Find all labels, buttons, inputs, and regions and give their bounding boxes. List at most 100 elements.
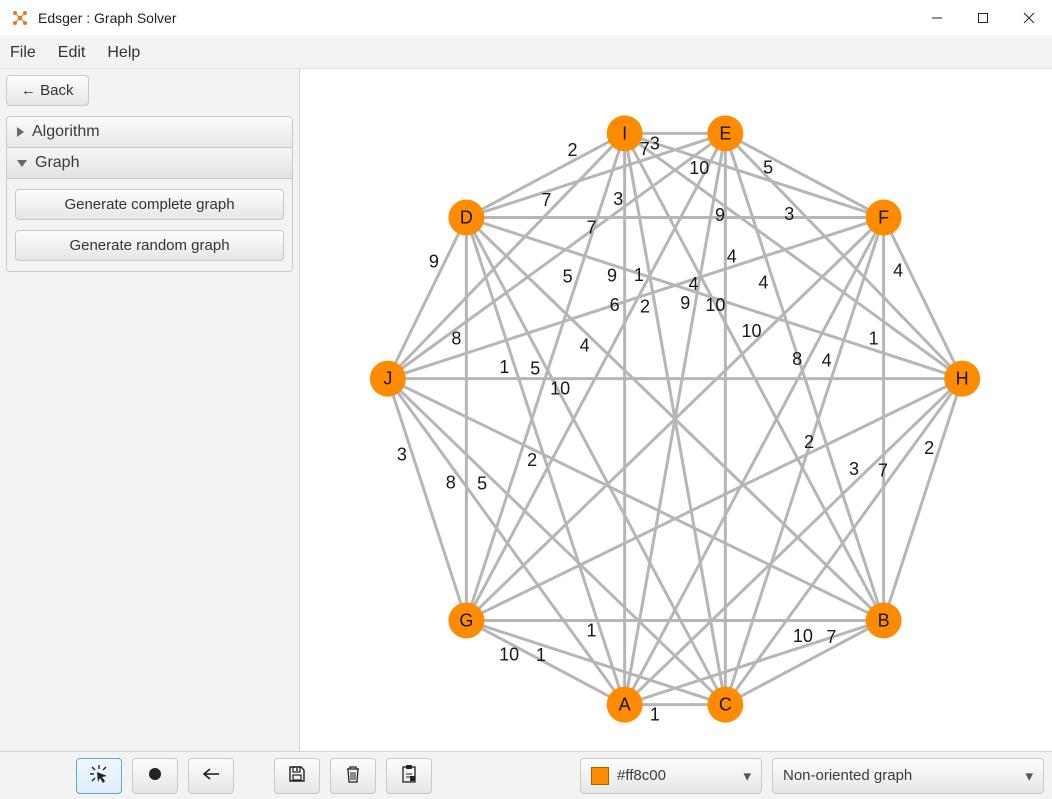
edge-weight: 10: [550, 379, 570, 399]
graph-edge[interactable]: [884, 218, 963, 379]
graph-type-combo[interactable]: Non-oriented graph ▾: [772, 758, 1044, 794]
edge-weight: 6: [610, 295, 620, 315]
edge-weight: 4: [758, 273, 768, 293]
graph-node-label: A: [619, 695, 631, 715]
graph-node-label: D: [460, 208, 473, 228]
color-picker-combo[interactable]: #ff8c00 ▾: [580, 758, 762, 794]
chevron-right-icon: [17, 127, 24, 137]
chevron-down-icon: ▾: [1025, 767, 1033, 785]
graph-node-label: I: [622, 123, 627, 143]
graph-node-label: G: [459, 610, 473, 630]
edge-weight: 9: [715, 205, 725, 225]
edge-weight: 8: [451, 328, 461, 348]
edge-weight: 4: [688, 274, 698, 294]
edge-weight: 1: [499, 357, 509, 377]
edge-weight: 2: [804, 432, 814, 452]
edge-weight: 4: [893, 260, 903, 280]
edge-weight: 5: [763, 157, 773, 177]
window-maximize-button[interactable]: [960, 2, 1006, 34]
save-button[interactable]: [274, 758, 320, 794]
window-minimize-button[interactable]: [914, 2, 960, 34]
trash-icon: [344, 764, 362, 787]
edge-weight: 7: [541, 190, 551, 210]
edge-weight: 7: [587, 218, 597, 238]
tool-add-node-button[interactable]: [132, 758, 178, 794]
edge-weight: 10: [741, 321, 761, 341]
edge-weight: 7: [878, 461, 888, 481]
color-picker-label: #ff8c00: [617, 767, 666, 784]
edge-weight: 3: [849, 459, 859, 479]
app-logo-icon: [10, 8, 30, 28]
graph-node-label: C: [719, 695, 732, 715]
edge-weight: 7: [826, 627, 836, 647]
paste-button[interactable]: [386, 758, 432, 794]
edge-weight: 5: [563, 266, 573, 286]
menu-edit[interactable]: Edit: [58, 44, 86, 62]
edge-weight: 9: [680, 293, 690, 313]
accordion-head-algorithm[interactable]: Algorithm: [7, 117, 292, 148]
generate-random-button[interactable]: Generate random graph: [15, 230, 284, 261]
save-icon: [288, 765, 306, 786]
edge-weight: 2: [640, 296, 650, 316]
menubar: File Edit Help: [0, 37, 1052, 69]
edge-weight: 3: [650, 133, 660, 153]
menu-file[interactable]: File: [10, 44, 36, 62]
chevron-down-icon: ▾: [743, 767, 751, 785]
titlebar: Edsger : Graph Solver: [0, 0, 1052, 37]
bottom-toolbar: #ff8c00 ▾ Non-oriented graph ▾: [0, 751, 1052, 799]
edge-weight: 5: [530, 358, 540, 378]
accordion-label-algorithm: Algorithm: [32, 123, 100, 141]
edge-weight: 9: [429, 251, 439, 271]
accordion-label-graph: Graph: [35, 154, 79, 172]
graph-edge[interactable]: [725, 379, 962, 705]
edge-weight: 10: [499, 645, 519, 665]
graph-node-label: E: [719, 123, 731, 143]
edge-weight: 2: [924, 438, 934, 458]
generate-complete-button[interactable]: Generate complete graph: [15, 189, 284, 220]
edge-weight: 9: [607, 265, 617, 285]
sidebar: ← Back Algorithm Graph Generate complete…: [0, 69, 300, 751]
edge-weight: 1: [634, 265, 644, 285]
graph-node-label: J: [383, 369, 392, 389]
graph-edge[interactable]: [466, 379, 962, 621]
edge-weight: 5: [477, 474, 487, 494]
sidebar-accordion: Algorithm Graph Generate complete graph …: [6, 116, 293, 272]
edge-weight: 1: [869, 328, 879, 348]
edge-weight: 10: [705, 295, 725, 315]
delete-button[interactable]: [330, 758, 376, 794]
graph-node-label: F: [878, 208, 889, 228]
edge-weight: 3: [397, 444, 407, 464]
back-button[interactable]: ← Back: [6, 75, 89, 106]
edge-weight: 2: [527, 450, 537, 470]
tool-add-edge-button[interactable]: [188, 758, 234, 794]
menu-help[interactable]: Help: [107, 44, 140, 62]
graph-edge[interactable]: [388, 218, 467, 379]
window-title: Edsger : Graph Solver: [38, 10, 177, 26]
edge-weight: 2: [567, 140, 577, 160]
tool-select-button[interactable]: [76, 758, 122, 794]
edge-weight: 1: [536, 645, 546, 665]
accordion-head-graph[interactable]: Graph: [7, 148, 292, 179]
edge-weight: 10: [689, 158, 709, 178]
graph-node-label: H: [956, 369, 969, 389]
window-close-button[interactable]: [1006, 2, 1052, 34]
graph-node-label: B: [878, 610, 890, 630]
edge-weight: 1: [587, 620, 597, 640]
circle-filled-icon: [147, 766, 163, 785]
graph-canvas[interactable]: 3210795462753314910799841544101841032852…: [300, 69, 1052, 751]
edge-weight: 4: [727, 246, 737, 266]
edge-weight: 3: [613, 189, 623, 209]
edge-weight: 10: [793, 626, 813, 646]
clipboard-icon: [401, 764, 417, 787]
edge-weight: 4: [822, 351, 832, 371]
graph-svg: 3210795462753314910799841544101841032852…: [300, 69, 1052, 751]
graph-type-label: Non-oriented graph: [783, 767, 912, 784]
arrow-left-icon: [201, 767, 221, 784]
accordion-body-graph: Generate complete graph Generate random …: [7, 179, 292, 271]
edge-weight: 8: [792, 349, 802, 369]
edge-weight: 1: [650, 705, 660, 725]
color-swatch-icon: [591, 767, 609, 785]
graph-edge[interactable]: [388, 379, 884, 621]
edge-weight: 8: [446, 472, 456, 492]
edge-weight: 4: [580, 336, 590, 356]
